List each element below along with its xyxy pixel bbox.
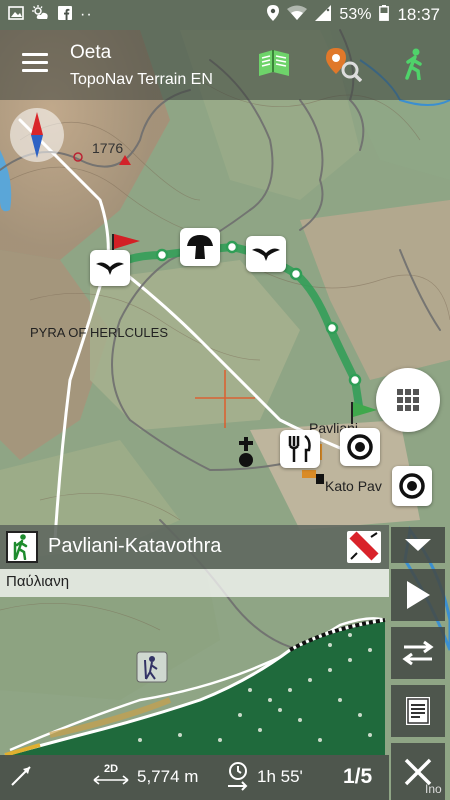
hiking-route-icon [6, 531, 38, 563]
route-details-button[interactable] [391, 685, 445, 737]
facebook-notification-icon [58, 5, 72, 25]
mushroom-poi-icon[interactable] [180, 228, 220, 266]
grid-icon [397, 389, 419, 411]
battery-icon [379, 4, 390, 26]
bird-poi-icon-2[interactable] [246, 236, 286, 272]
waypoint-poi-icon-1[interactable] [340, 428, 380, 466]
wifi-icon [287, 5, 308, 26]
distance-2d-icon: 2D [92, 763, 130, 791]
route-color-icon[interactable] [347, 531, 381, 563]
app-bar: Oeta TopoNav Terrain EN [0, 30, 450, 100]
swap-arrows-icon [402, 640, 434, 666]
hiker-mode-icon[interactable] [400, 48, 436, 82]
route-duration: 1h 55' [257, 767, 303, 786]
slope-icon [10, 765, 32, 792]
apps-grid-button[interactable] [376, 368, 440, 432]
restaurant-poi-icon[interactable] [280, 430, 320, 468]
weather-notification-icon [32, 4, 50, 26]
status-bar: ·· 53% 18:37 [0, 0, 450, 30]
compass-icon[interactable] [10, 108, 64, 162]
map-subtitle: TopoNav Terrain EN [70, 71, 213, 88]
chevron-down-icon [405, 539, 431, 551]
menu-button[interactable] [22, 53, 48, 75]
route-stats-bar: 2D 5,774 m 1h 55' 1/5 [0, 755, 389, 800]
clock: 18:37 [397, 5, 440, 24]
waypoint-poi-icon-2[interactable] [392, 466, 432, 506]
play-icon [407, 581, 430, 609]
route-distance: 5,774 m [137, 767, 199, 786]
play-route-button[interactable] [391, 569, 445, 621]
battery-percent: 53% [339, 6, 372, 23]
gallery-notification-icon [8, 5, 24, 25]
map-book-icon[interactable] [256, 48, 292, 82]
kato-label: Kato Pav [325, 478, 382, 494]
route-subheader: Παύλιανη [0, 569, 389, 597]
map-title: Oeta [70, 42, 112, 63]
bird-poi-icon-1[interactable] [90, 250, 130, 286]
search-poi-icon[interactable] [326, 48, 363, 83]
route-page-indicator: 1/5 [343, 765, 373, 788]
reverse-route-button[interactable] [391, 627, 445, 679]
more-notifications: ·· [80, 6, 93, 23]
route-start-label: Παύλιανη [6, 573, 70, 590]
duration-icon [226, 761, 250, 796]
location-icon [267, 4, 280, 26]
pyra-label: PYRA OF HERLCULES [30, 325, 168, 340]
route-header[interactable]: Pavliani-Katavothra [0, 525, 389, 569]
route-name: Pavliani-Katavothra [48, 535, 222, 557]
signal-icon [315, 4, 332, 26]
peak-elevation: 1776 [92, 140, 123, 156]
document-icon [406, 697, 430, 725]
collapse-panel-button[interactable] [391, 527, 445, 563]
corner-text: Ino [425, 782, 442, 796]
